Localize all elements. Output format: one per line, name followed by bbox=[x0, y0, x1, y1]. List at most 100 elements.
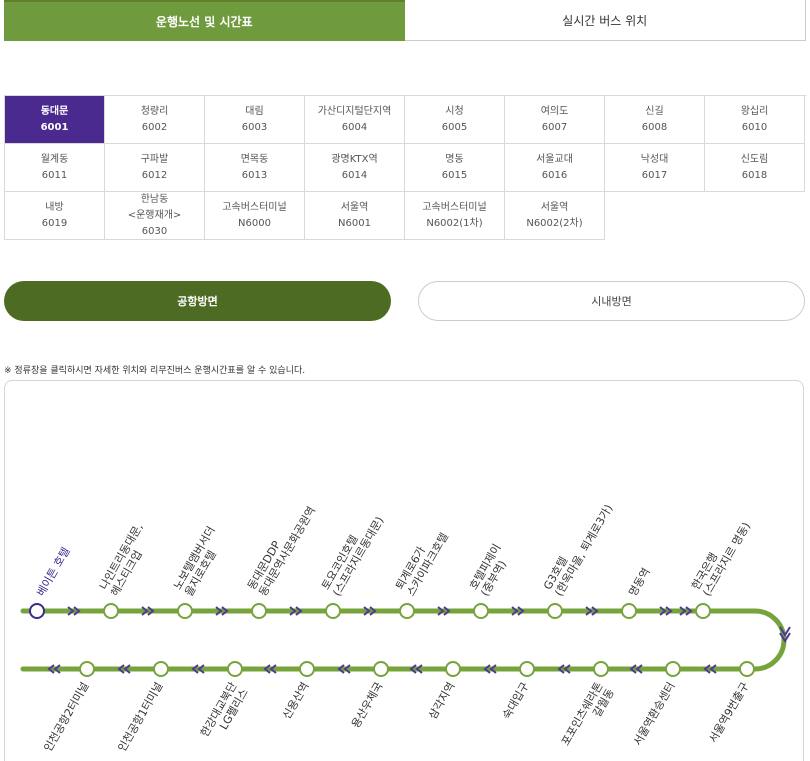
route-item-6011[interactable]: 월계동 6011 bbox=[5, 144, 105, 192]
stop-marker[interactable] bbox=[177, 603, 193, 619]
route-item-6019[interactable]: 내방 6019 bbox=[5, 192, 105, 240]
route-name: 서울역 bbox=[340, 201, 369, 213]
stop-marker[interactable] bbox=[325, 603, 341, 619]
stop-label[interactable]: 토요코인호텔(스프라지르동대문) bbox=[319, 508, 386, 599]
stop-marker[interactable] bbox=[695, 603, 711, 619]
city-direction-button[interactable]: 시내방면 bbox=[418, 281, 805, 321]
route-code: 6013 bbox=[241, 169, 268, 181]
stop-label[interactable]: 한강대교북단LG펠리스 bbox=[198, 680, 251, 746]
route-item-N6002(1차)[interactable]: 고속버스터미널 N6002(1차) bbox=[405, 192, 505, 240]
stop-marker[interactable] bbox=[445, 661, 461, 677]
stop-label-line: 용산우체국 bbox=[349, 680, 386, 730]
stop-marker[interactable] bbox=[519, 661, 535, 677]
route-item-6013[interactable]: 면목동 6013 bbox=[205, 144, 305, 192]
stop-marker[interactable] bbox=[547, 603, 563, 619]
stop-label[interactable]: 퇴계로6가스카이파크호텔 bbox=[393, 524, 451, 599]
route-name: 면목동 bbox=[240, 153, 269, 165]
route-item-N6000[interactable]: 고속버스터미널 N6000 bbox=[205, 192, 305, 240]
route-item-6002[interactable]: 청량리 6002 bbox=[105, 96, 205, 144]
stop-marker[interactable] bbox=[621, 603, 637, 619]
top-tab-bar: 운행노선 및 시간표 실시간 버스 위치 bbox=[4, 0, 806, 41]
tab-realtime-location[interactable]: 실시간 버스 위치 bbox=[404, 0, 806, 41]
route-code: 6019 bbox=[41, 217, 68, 229]
stop-marker[interactable] bbox=[299, 661, 315, 677]
stop-marker[interactable] bbox=[593, 661, 609, 677]
stop-label[interactable]: 동대문DDP동대문역사문화공원역 bbox=[245, 498, 318, 599]
route-name: 대림 bbox=[245, 105, 264, 117]
route-code: 6011 bbox=[41, 169, 68, 181]
stop-label-line: 서울역9번출구 bbox=[706, 680, 751, 745]
route-item-6014[interactable]: 광명KTX역 6014 bbox=[305, 144, 405, 192]
stop-label-line: 서울역환승센터 bbox=[631, 680, 678, 748]
stop-label[interactable]: 호텔피제이(중부역) bbox=[467, 542, 515, 599]
route-item-6003[interactable]: 대림 6003 bbox=[205, 96, 305, 144]
route-map-svg: 베이튼 호텔 나인트리동대문,헤스티크업 노보텔앰버서더을지로호텔 동대문DDP동대문… bbox=[20, 496, 791, 754]
stop-marker[interactable] bbox=[373, 661, 389, 677]
route-item-6017[interactable]: 낙성대 6017 bbox=[605, 144, 705, 192]
stop-label[interactable]: 서울역9번출구 bbox=[706, 680, 751, 745]
stop-label[interactable]: 명동역 bbox=[626, 566, 652, 599]
stop-label-line: 명동역 bbox=[626, 566, 652, 599]
route-name: 고속버스터미널 bbox=[422, 201, 487, 213]
stop-label[interactable]: 포포인츠쉐라톤갈월동 bbox=[559, 680, 617, 754]
route-name: 왕십리 bbox=[740, 105, 769, 117]
stop-label[interactable]: 숙대입구 bbox=[500, 680, 532, 722]
stop-marker[interactable] bbox=[251, 603, 267, 619]
route-item-6008[interactable]: 신길 6008 bbox=[605, 96, 705, 144]
stop-label[interactable]: 나인트리동대문,헤스티크업 bbox=[97, 521, 157, 598]
route-map: 베이튼 호텔 나인트리동대문,헤스티크업 노보텔앰버서더을지로호텔 동대문DDP동대문… bbox=[4, 380, 804, 761]
route-code: 6008 bbox=[641, 121, 668, 133]
stop-label[interactable]: G3호텔(한옥마을, 퇴계로3가) bbox=[541, 496, 615, 599]
stop-label[interactable]: 인천공항1터미널 bbox=[115, 680, 166, 754]
route-name: 월계동 bbox=[40, 153, 69, 165]
stop-marker[interactable] bbox=[739, 661, 755, 677]
stop-label[interactable]: 인천공항2터미널 bbox=[41, 680, 92, 754]
stop-marker[interactable] bbox=[665, 661, 681, 677]
route-code: 6003 bbox=[241, 121, 268, 133]
stop-marker[interactable] bbox=[103, 603, 119, 619]
route-name: 서울교대 bbox=[536, 153, 573, 165]
stop-marker[interactable] bbox=[79, 661, 95, 677]
route-code: 6030 bbox=[141, 225, 168, 237]
stop-label[interactable]: 서울역환승센터 bbox=[631, 680, 678, 748]
route-item-6016[interactable]: 서울교대 6016 bbox=[505, 144, 605, 192]
stop-label[interactable]: 신용산역 bbox=[280, 680, 312, 722]
route-item-6005[interactable]: 시청 6005 bbox=[405, 96, 505, 144]
route-name: 서울역 bbox=[540, 201, 569, 213]
stop-marker[interactable] bbox=[399, 603, 415, 619]
stop-marker[interactable] bbox=[227, 661, 243, 677]
route-item-6001[interactable]: 동대문 6001 bbox=[5, 96, 105, 144]
route-code: 6016 bbox=[541, 169, 568, 181]
route-item-6015[interactable]: 명동 6015 bbox=[405, 144, 505, 192]
route-code: 6002 bbox=[141, 121, 168, 133]
stop-label[interactable]: 삼각지역 bbox=[426, 680, 458, 722]
route-code: 6001 bbox=[40, 121, 69, 133]
route-item-6007[interactable]: 여의도 6007 bbox=[505, 96, 605, 144]
route-code: 6010 bbox=[741, 121, 768, 133]
route-item-6012[interactable]: 구파발 6012 bbox=[105, 144, 205, 192]
route-item-6004[interactable]: 가산디지털단지역 6004 bbox=[305, 96, 405, 144]
route-item-N6001[interactable]: 서울역 N6001 bbox=[305, 192, 405, 240]
stop-label[interactable]: 노보텔앰버서더을지로호텔 bbox=[171, 524, 229, 598]
tab-route-timetable[interactable]: 운행노선 및 시간표 bbox=[4, 0, 405, 41]
route-code: 6014 bbox=[341, 169, 368, 181]
route-grid: 동대문 6001 청량리 6002 대림 6003 가산디지털단지역 6004 시청 6005 여의… bbox=[4, 95, 806, 240]
route-item-6010[interactable]: 왕십리 6010 bbox=[705, 96, 805, 144]
route-name: 구파발 bbox=[140, 153, 169, 165]
route-code: 6017 bbox=[641, 169, 668, 181]
route-line bbox=[20, 608, 787, 672]
route-item-6018[interactable]: 신도림 6018 bbox=[705, 144, 805, 192]
route-item-N6002(2차)[interactable]: 서울역 N6002(2차) bbox=[505, 192, 605, 240]
stop-label[interactable]: 한국은행(스프라지르 명동) bbox=[689, 514, 753, 599]
route-name: 한남동 bbox=[140, 193, 169, 205]
stop-label[interactable]: 베이튼 호텔 bbox=[34, 545, 72, 598]
stop-marker[interactable] bbox=[473, 603, 489, 619]
route-name: 동대문 bbox=[40, 105, 69, 117]
airport-direction-button[interactable]: 공항방면 bbox=[4, 281, 391, 321]
stop-label[interactable]: 용산우체국 bbox=[349, 680, 386, 730]
stop-marker[interactable] bbox=[29, 603, 45, 619]
stop-label-line: 신용산역 bbox=[280, 680, 312, 722]
stop-marker[interactable] bbox=[153, 661, 169, 677]
stop-label-line: 인천공항2터미널 bbox=[41, 680, 92, 754]
route-item-6030[interactable]: 한남동 <운행재개> 6030 bbox=[105, 192, 205, 240]
